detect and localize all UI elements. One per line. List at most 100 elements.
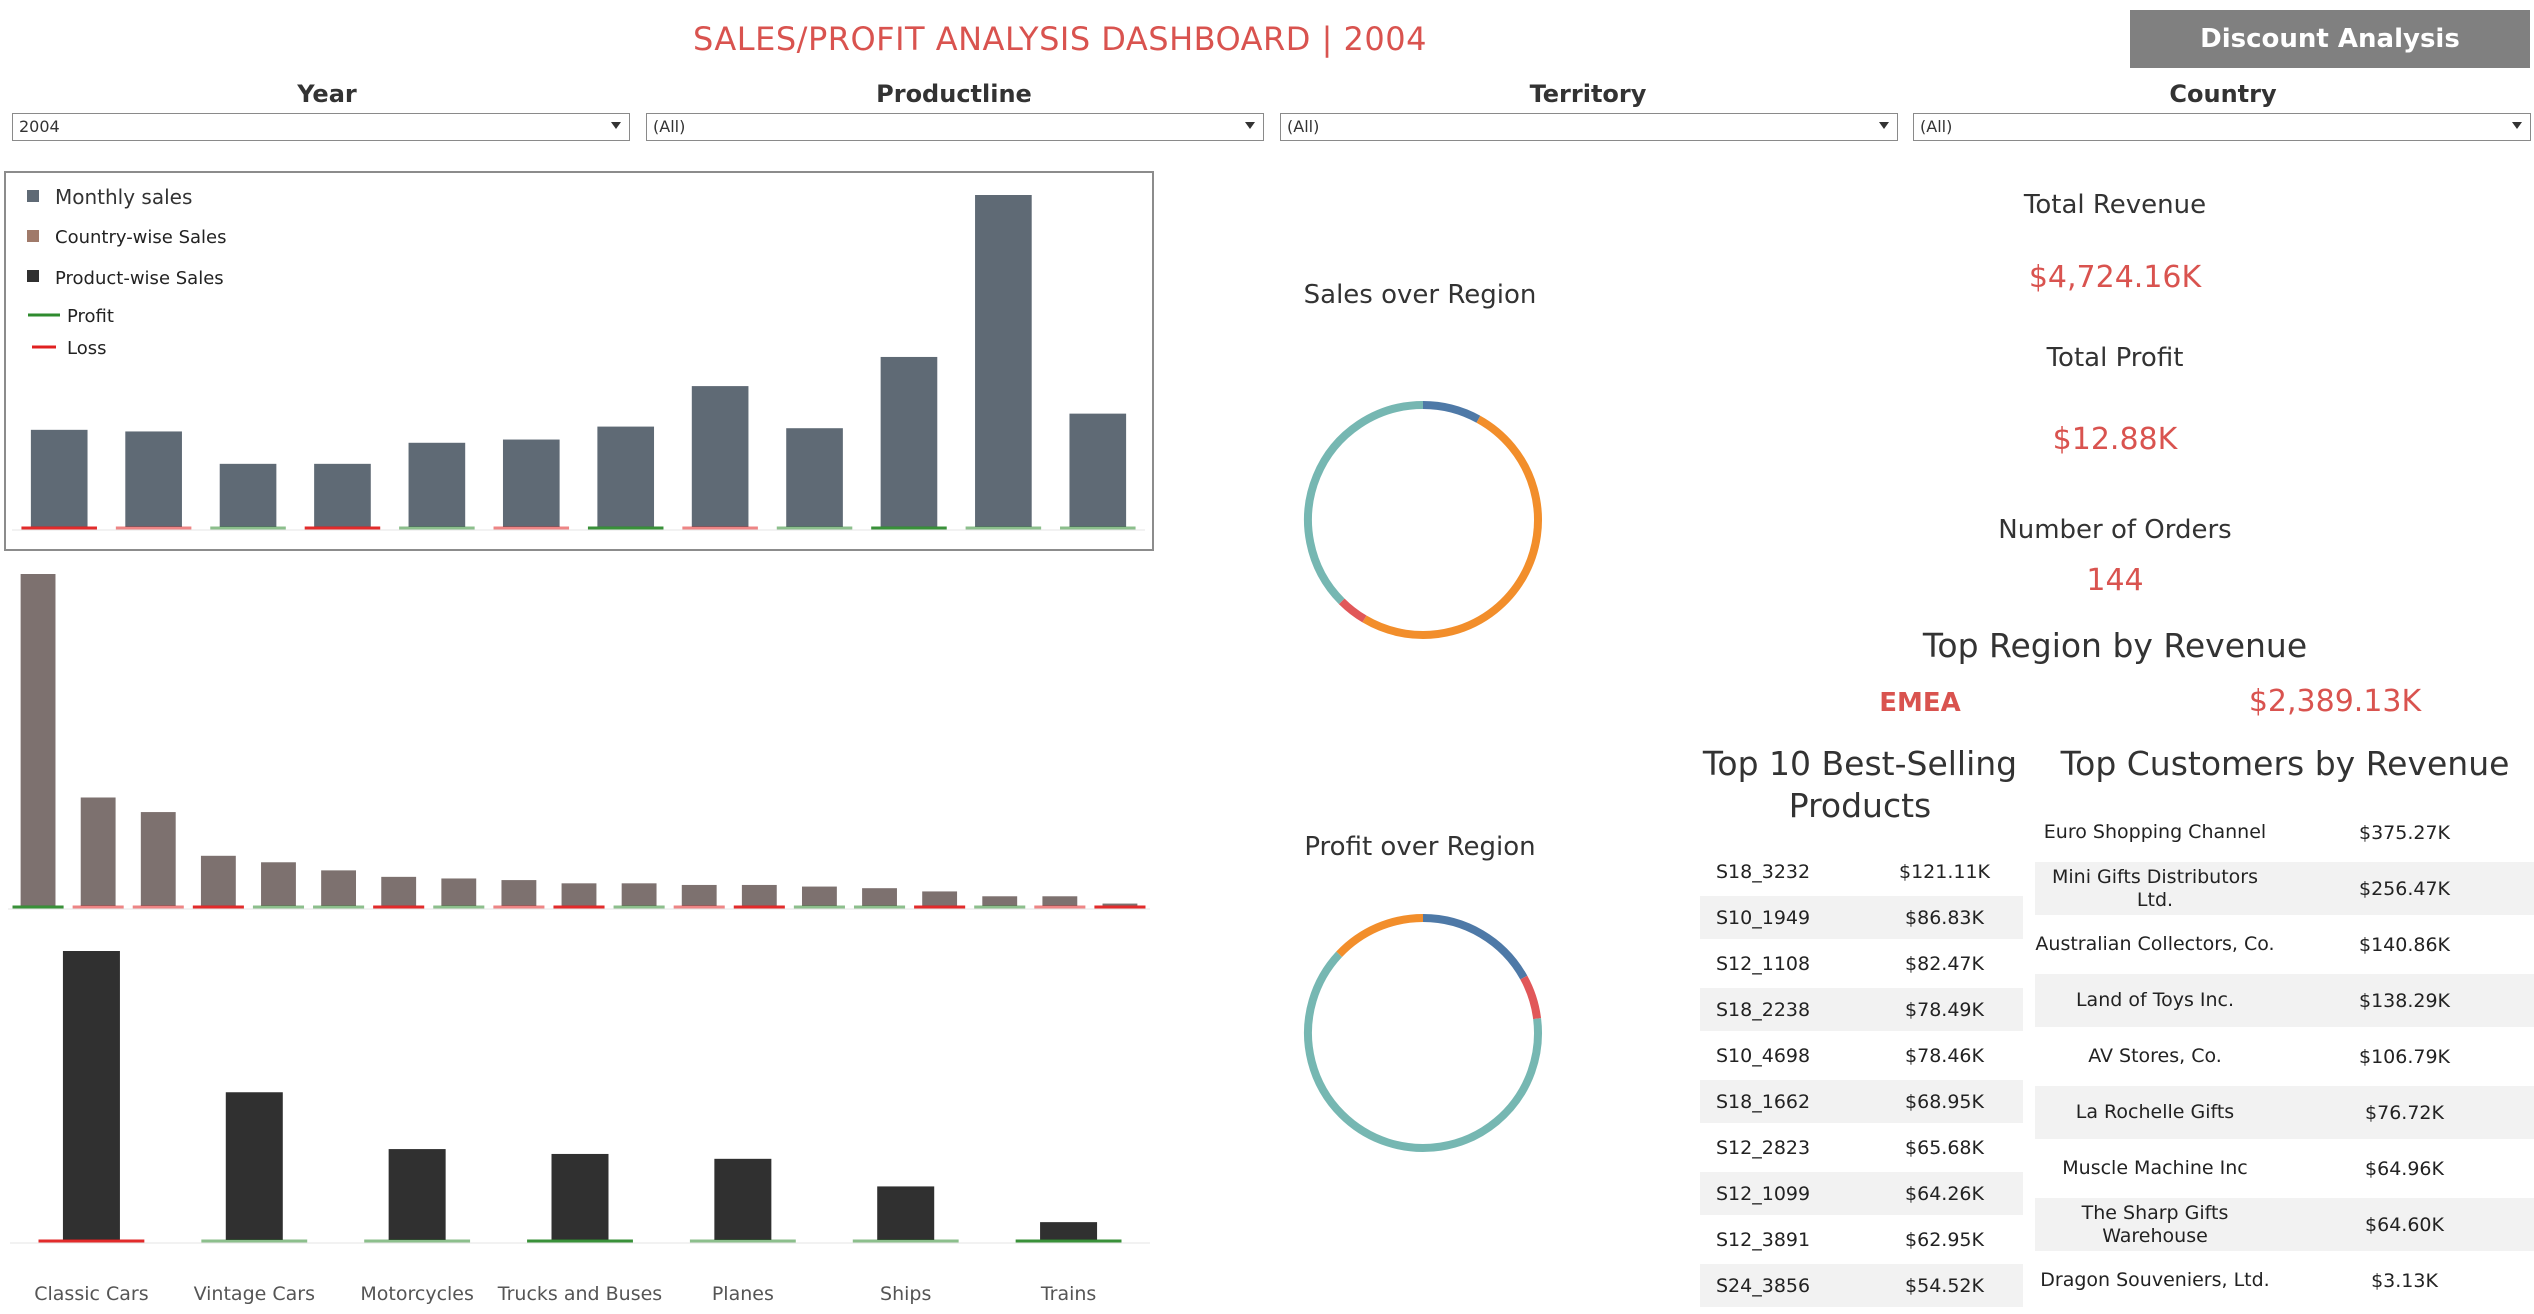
customer-name: Australian Collectors, Co. <box>2035 933 2275 955</box>
total-revenue-label: Total Revenue <box>2023 190 2207 220</box>
legend-product-swatch <box>27 270 39 282</box>
customer-row: Mini Gifts Distributors Ltd. $256.47K <box>2035 862 2534 915</box>
product-revenue: $86.83K <box>1905 906 1984 929</box>
customer-row: Dragon Souveniers, Ltd. $3.13K <box>2035 1254 2534 1307</box>
customer-name: Dragon Souveniers, Ltd. <box>2040 1269 2270 1291</box>
customer-name: Land of Toys Inc. <box>2075 989 2235 1011</box>
country-bar <box>20 574 56 906</box>
customer-name: Mini Gifts Distributors Ltd. <box>2051 865 2258 911</box>
country-select-value: (All) <box>1920 117 1953 136</box>
customer-revenue: $138.29K <box>2358 989 2451 1012</box>
customer-revenue: $106.79K <box>2358 1045 2451 1068</box>
filter-label-country: Country <box>2169 80 2277 108</box>
country-bar <box>140 812 176 906</box>
top-products-title: Top 10 Best-Selling Products <box>1702 744 2018 825</box>
product-revenue: $121.11K <box>1898 860 1991 883</box>
country-select[interactable]: (All) <box>1913 113 2531 141</box>
category-label: Planes <box>712 1283 774 1305</box>
category-label: Trucks and Buses <box>497 1283 662 1305</box>
orders-value: 144 <box>2086 563 2144 598</box>
legend-monthly-swatch <box>27 190 39 202</box>
product-row: S18_2238 $78.49K <box>1700 988 2023 1031</box>
product-revenue: $64.26K <box>1905 1182 1984 1205</box>
country-bar <box>801 886 837 906</box>
customer-revenue: $76.72K <box>2365 1101 2444 1124</box>
product-row: S10_4698 $78.46K <box>1700 1034 2023 1077</box>
country-bar <box>80 797 116 906</box>
monthly-bar <box>975 195 1032 527</box>
chevron-down-icon <box>1879 122 1889 129</box>
legend-loss-label: Loss <box>67 338 106 359</box>
product-revenue: $82.47K <box>1905 952 1984 975</box>
donut-slice <box>1520 975 1542 1020</box>
donut-slice <box>1338 598 1367 623</box>
product-row: S12_1099 $64.26K <box>1700 1172 2023 1215</box>
country-bar <box>982 896 1018 906</box>
donut-slice <box>1304 401 1424 605</box>
category-label: Trains <box>1040 1283 1097 1305</box>
category-label: Motorcycles <box>360 1283 474 1305</box>
country-bar <box>681 884 717 906</box>
country-bar <box>862 888 897 906</box>
top-customers-title: Top Customers by Revenue <box>2060 744 2510 783</box>
country-bar <box>741 884 777 906</box>
monthly-bar <box>408 442 466 527</box>
customer-name: La Rochelle Gifts <box>2075 1101 2235 1123</box>
donut-slice <box>1422 401 1481 423</box>
customer-revenue: $375.27K <box>2358 821 2451 844</box>
product-revenue: $65.68K <box>1905 1136 1984 1159</box>
monthly-bar <box>502 439 560 527</box>
legend-product-label: Product-wise Sales <box>55 268 224 289</box>
product-id: S24_3856 <box>1716 1274 1811 1297</box>
country-bar <box>261 862 296 906</box>
donut-slice <box>1362 415 1542 639</box>
territory-select[interactable]: (All) <box>1280 113 1898 141</box>
product-revenue: $62.95K <box>1905 1228 1984 1251</box>
profit-region-title: Profit over Region <box>1304 832 1536 862</box>
category-label: Ships <box>880 1283 931 1305</box>
country-bar <box>501 880 537 906</box>
monthly-bar <box>125 431 182 527</box>
category-label: Vintage Cars <box>194 1283 315 1305</box>
monthly-bar <box>786 428 843 527</box>
product-bar <box>388 1149 446 1240</box>
top-region-name: EMEA <box>1879 688 1961 718</box>
customer-row: AV Stores, Co. $106.79K <box>2035 1030 2534 1083</box>
country-bar <box>1042 896 1078 906</box>
country-bar <box>621 883 657 906</box>
discount-analysis-button[interactable]: Discount Analysis <box>2130 10 2530 68</box>
profit-region-donut <box>1304 914 1542 1152</box>
legend-country-swatch <box>27 230 39 242</box>
sales-region-donut <box>1304 401 1542 639</box>
product-row: S24_3856 $54.52K <box>1700 1264 2023 1307</box>
customer-row: Euro Shopping Channel $375.27K <box>2035 806 2534 859</box>
product-id: S18_1662 <box>1716 1090 1811 1113</box>
customer-name: Euro Shopping Channel <box>2043 821 2267 843</box>
product-id: S12_3891 <box>1716 1228 1811 1251</box>
customer-revenue: $3.13K <box>2371 1269 2438 1292</box>
product-row: S18_1662 $68.95K <box>1700 1080 2023 1123</box>
product-id: S12_2823 <box>1716 1136 1811 1159</box>
customer-row: Land of Toys Inc. $138.29K <box>2035 974 2534 1027</box>
top-region-value: $2,389.13K <box>2248 684 2422 719</box>
monthly-bar <box>1069 413 1127 527</box>
customer-name: AV Stores, Co. <box>2088 1045 2222 1067</box>
product-id: S18_2238 <box>1716 998 1811 1021</box>
product-id: S12_1099 <box>1716 1182 1811 1205</box>
total-revenue-value: $4,724.16K <box>2028 260 2202 295</box>
monthly-bar <box>691 386 749 527</box>
donut-slice <box>1336 914 1424 958</box>
customer-name: The Sharp Gifts Warehouse <box>2081 1201 2229 1247</box>
monthly-bar <box>880 356 938 527</box>
product-bar <box>714 1158 772 1240</box>
product-row: S18_3232 $121.11K <box>1700 850 2023 893</box>
customer-revenue: $64.96K <box>2365 1157 2444 1180</box>
orders-label: Number of Orders <box>1998 515 2232 545</box>
monthly-bar <box>30 429 88 527</box>
donut-slice <box>1304 951 1542 1152</box>
customer-revenue: $140.86K <box>2358 933 2451 956</box>
customer-row: La Rochelle Gifts $76.72K <box>2035 1086 2534 1139</box>
country-bar <box>561 883 597 906</box>
total-profit-label: Total Profit <box>2046 343 2184 373</box>
sales-bar-charts: Monthly sales Country-wise Sales Product… <box>8 185 1150 1305</box>
